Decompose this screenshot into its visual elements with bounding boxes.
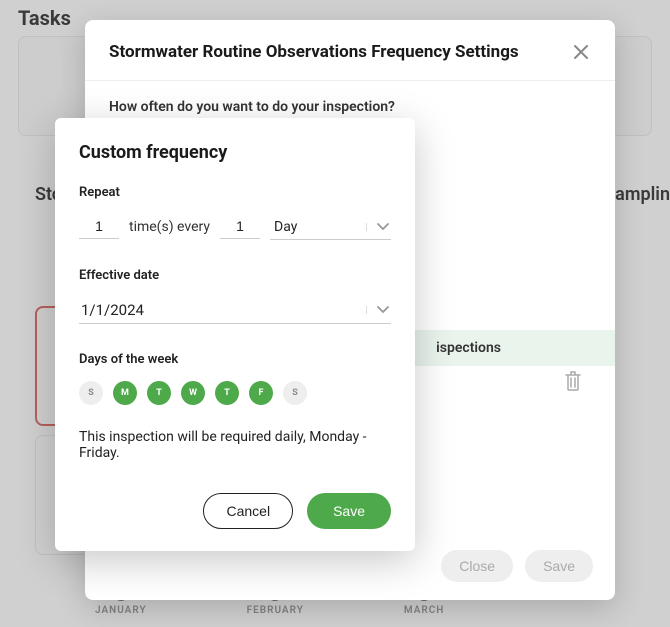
- modal-prompt: How often do you want to do your inspect…: [109, 99, 591, 115]
- effective-date-select[interactable]: 1/1/2024: [79, 297, 391, 324]
- trash-icon[interactable]: [563, 370, 583, 392]
- day-tuesday[interactable]: T: [147, 381, 171, 405]
- close-icon[interactable]: [571, 42, 591, 62]
- day-monday[interactable]: M: [113, 381, 137, 405]
- effective-date-value: 1/1/2024: [81, 301, 144, 319]
- day-sunday[interactable]: S: [79, 381, 103, 405]
- day-wednesday[interactable]: W: [181, 381, 205, 405]
- repeat-unit-select[interactable]: Day: [270, 215, 391, 240]
- inspections-label: ispections: [436, 340, 591, 356]
- custom-frequency-modal: Custom frequency Repeat time(s) every Da…: [55, 118, 415, 551]
- repeat-count-input[interactable]: [79, 214, 119, 239]
- days-row: S M T W T F S: [79, 381, 391, 405]
- modal-title: Stormwater Routine Observations Frequenc…: [109, 42, 519, 62]
- custom-frequency-footer: Cancel Save: [79, 493, 391, 529]
- repeat-row: time(s) every Day: [79, 214, 391, 240]
- day-saturday[interactable]: S: [283, 381, 307, 405]
- frequency-summary: This inspection will be required daily, …: [79, 429, 391, 461]
- repeat-label: Repeat: [79, 185, 391, 200]
- cancel-button[interactable]: Cancel: [203, 493, 293, 529]
- repeat-unit-value: Day: [274, 219, 297, 235]
- modal-header: Stormwater Routine Observations Frequenc…: [85, 20, 615, 81]
- modal-body: How often do you want to do your inspect…: [85, 81, 615, 115]
- custom-frequency-title: Custom frequency: [79, 142, 391, 163]
- effective-date-label: Effective date: [79, 268, 391, 283]
- chevron-down-icon: [366, 223, 389, 231]
- save-button[interactable]: Save: [307, 493, 391, 529]
- days-label: Days of the week: [79, 352, 391, 367]
- repeat-interval-input[interactable]: [220, 214, 260, 239]
- day-thursday[interactable]: T: [215, 381, 239, 405]
- modal-footer: Close Save: [441, 550, 593, 582]
- day-friday[interactable]: F: [249, 381, 273, 405]
- times-text: time(s) every: [129, 219, 210, 235]
- close-button[interactable]: Close: [441, 550, 513, 582]
- chevron-down-icon: [366, 306, 389, 314]
- save-button[interactable]: Save: [525, 550, 593, 582]
